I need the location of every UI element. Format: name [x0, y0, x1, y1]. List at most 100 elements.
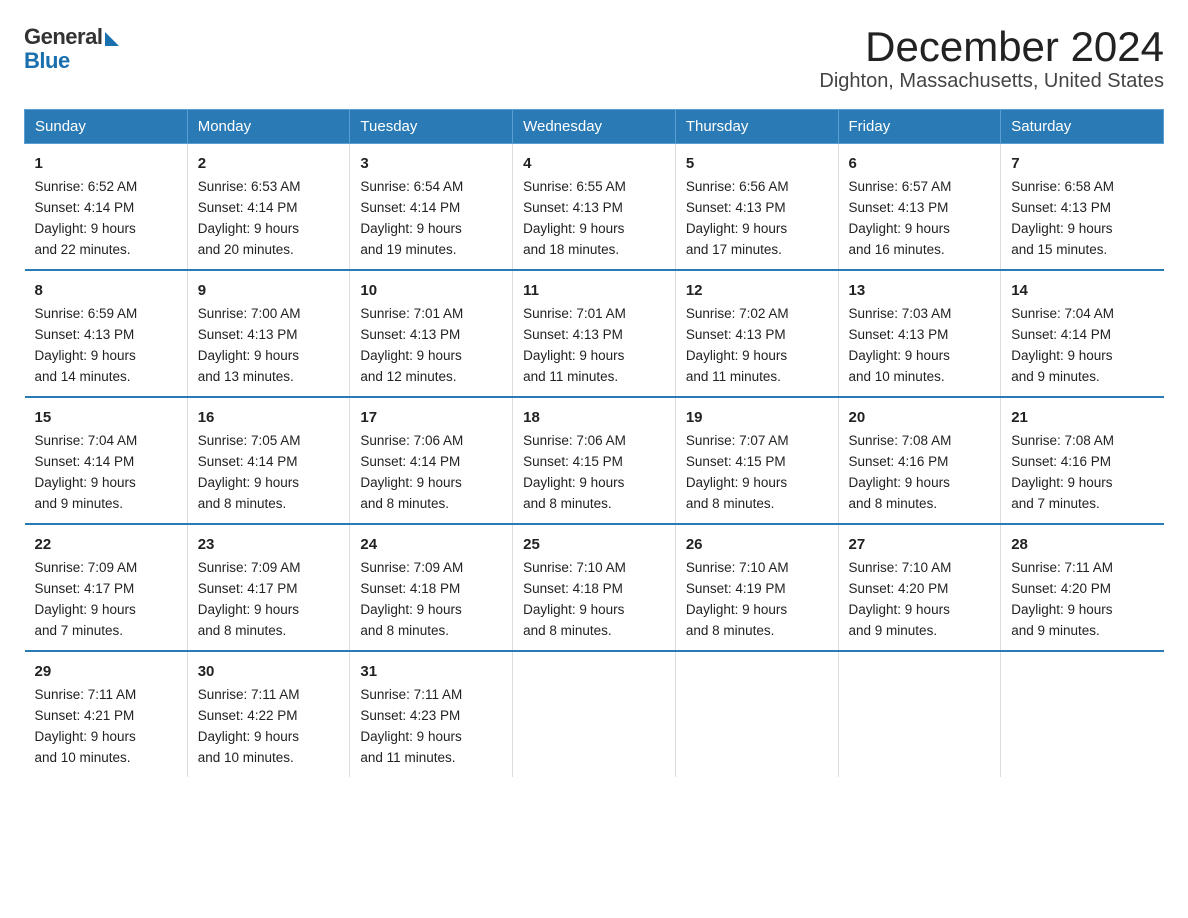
sunset-label: Sunset: 4:14 PM — [198, 200, 298, 215]
sunrise-label: Sunrise: 6:54 AM — [360, 179, 463, 194]
calendar-cell: 10 Sunrise: 7:01 AM Sunset: 4:13 PM Dayl… — [350, 270, 513, 397]
day-number: 8 — [35, 279, 177, 302]
sunrise-label: Sunrise: 7:10 AM — [523, 560, 626, 575]
sunset-label: Sunset: 4:13 PM — [523, 327, 623, 342]
day-number: 30 — [198, 660, 340, 683]
day-number: 13 — [849, 279, 991, 302]
day-number: 1 — [35, 152, 177, 175]
sunset-label: Sunset: 4:21 PM — [35, 708, 135, 723]
daylight-label: Daylight: 9 hours — [360, 221, 461, 236]
sunrise-label: Sunrise: 7:04 AM — [1011, 306, 1114, 321]
sunrise-label: Sunrise: 7:11 AM — [1011, 560, 1113, 575]
day-number: 22 — [35, 533, 177, 556]
page-title: December 2024 — [819, 24, 1164, 70]
calendar-week-row: 1 Sunrise: 6:52 AM Sunset: 4:14 PM Dayli… — [25, 144, 1164, 270]
sunset-label: Sunset: 4:15 PM — [523, 454, 623, 469]
daylight-label: Daylight: 9 hours — [686, 221, 787, 236]
daylight-label: Daylight: 9 hours — [1011, 602, 1112, 617]
calendar-cell: 8 Sunrise: 6:59 AM Sunset: 4:13 PM Dayli… — [25, 270, 188, 397]
day-number: 7 — [1011, 152, 1153, 175]
daylight-minutes: and 8 minutes. — [360, 496, 449, 511]
sunrise-label: Sunrise: 6:53 AM — [198, 179, 301, 194]
sunrise-label: Sunrise: 7:06 AM — [523, 433, 626, 448]
sunset-label: Sunset: 4:13 PM — [523, 200, 623, 215]
daylight-minutes: and 20 minutes. — [198, 242, 294, 257]
day-number: 19 — [686, 406, 828, 429]
daylight-minutes: and 8 minutes. — [523, 623, 612, 638]
daylight-label: Daylight: 9 hours — [523, 348, 624, 363]
day-number: 5 — [686, 152, 828, 175]
logo: General Blue — [24, 24, 119, 74]
sunset-label: Sunset: 4:23 PM — [360, 708, 460, 723]
day-number: 11 — [523, 279, 665, 302]
daylight-minutes: and 9 minutes. — [35, 496, 124, 511]
calendar-cell: 23 Sunrise: 7:09 AM Sunset: 4:17 PM Dayl… — [187, 524, 350, 651]
sunset-label: Sunset: 4:13 PM — [686, 327, 786, 342]
day-number: 20 — [849, 406, 991, 429]
weekday-header-row: SundayMondayTuesdayWednesdayThursdayFrid… — [25, 110, 1164, 144]
daylight-minutes: and 22 minutes. — [35, 242, 131, 257]
sunset-label: Sunset: 4:14 PM — [1011, 327, 1111, 342]
sunrise-label: Sunrise: 7:10 AM — [686, 560, 789, 575]
weekday-header-monday: Monday — [187, 110, 350, 144]
sunrise-label: Sunrise: 6:56 AM — [686, 179, 789, 194]
sunrise-label: Sunrise: 7:04 AM — [35, 433, 138, 448]
sunset-label: Sunset: 4:14 PM — [360, 200, 460, 215]
daylight-label: Daylight: 9 hours — [1011, 348, 1112, 363]
daylight-label: Daylight: 9 hours — [523, 602, 624, 617]
daylight-label: Daylight: 9 hours — [198, 729, 299, 744]
daylight-minutes: and 14 minutes. — [35, 369, 131, 384]
daylight-minutes: and 18 minutes. — [523, 242, 619, 257]
day-number: 17 — [360, 406, 502, 429]
sunset-label: Sunset: 4:13 PM — [35, 327, 135, 342]
calendar-week-row: 22 Sunrise: 7:09 AM Sunset: 4:17 PM Dayl… — [25, 524, 1164, 651]
calendar-cell: 26 Sunrise: 7:10 AM Sunset: 4:19 PM Dayl… — [675, 524, 838, 651]
sunrise-label: Sunrise: 6:59 AM — [35, 306, 138, 321]
daylight-minutes: and 8 minutes. — [523, 496, 612, 511]
weekday-header-friday: Friday — [838, 110, 1001, 144]
sunrise-label: Sunrise: 7:03 AM — [849, 306, 952, 321]
calendar-cell: 11 Sunrise: 7:01 AM Sunset: 4:13 PM Dayl… — [513, 270, 676, 397]
sunrise-label: Sunrise: 7:08 AM — [1011, 433, 1114, 448]
calendar-cell: 7 Sunrise: 6:58 AM Sunset: 4:13 PM Dayli… — [1001, 144, 1164, 270]
sunrise-label: Sunrise: 7:09 AM — [198, 560, 301, 575]
sunset-label: Sunset: 4:14 PM — [35, 454, 135, 469]
calendar-cell: 13 Sunrise: 7:03 AM Sunset: 4:13 PM Dayl… — [838, 270, 1001, 397]
calendar-cell — [1001, 651, 1164, 777]
day-number: 18 — [523, 406, 665, 429]
calendar-cell: 16 Sunrise: 7:05 AM Sunset: 4:14 PM Dayl… — [187, 397, 350, 524]
day-number: 6 — [849, 152, 991, 175]
sunset-label: Sunset: 4:16 PM — [849, 454, 949, 469]
daylight-label: Daylight: 9 hours — [686, 348, 787, 363]
logo-general-text: General — [24, 24, 102, 50]
sunset-label: Sunset: 4:18 PM — [360, 581, 460, 596]
sunset-label: Sunset: 4:13 PM — [686, 200, 786, 215]
title-block: December 2024 Dighton, Massachusetts, Un… — [819, 24, 1164, 93]
daylight-label: Daylight: 9 hours — [849, 221, 950, 236]
day-number: 10 — [360, 279, 502, 302]
calendar-cell: 30 Sunrise: 7:11 AM Sunset: 4:22 PM Dayl… — [187, 651, 350, 777]
sunset-label: Sunset: 4:14 PM — [360, 454, 460, 469]
sunrise-label: Sunrise: 7:00 AM — [198, 306, 301, 321]
daylight-label: Daylight: 9 hours — [360, 602, 461, 617]
sunset-label: Sunset: 4:20 PM — [1011, 581, 1111, 596]
daylight-minutes: and 8 minutes. — [198, 623, 287, 638]
sunrise-label: Sunrise: 7:08 AM — [849, 433, 952, 448]
daylight-label: Daylight: 9 hours — [849, 348, 950, 363]
daylight-label: Daylight: 9 hours — [849, 475, 950, 490]
calendar-cell: 22 Sunrise: 7:09 AM Sunset: 4:17 PM Dayl… — [25, 524, 188, 651]
calendar-cell: 29 Sunrise: 7:11 AM Sunset: 4:21 PM Dayl… — [25, 651, 188, 777]
daylight-label: Daylight: 9 hours — [198, 348, 299, 363]
daylight-minutes: and 15 minutes. — [1011, 242, 1107, 257]
calendar-week-row: 15 Sunrise: 7:04 AM Sunset: 4:14 PM Dayl… — [25, 397, 1164, 524]
calendar-cell: 5 Sunrise: 6:56 AM Sunset: 4:13 PM Dayli… — [675, 144, 838, 270]
day-number: 12 — [686, 279, 828, 302]
day-number: 29 — [35, 660, 177, 683]
sunrise-label: Sunrise: 7:11 AM — [360, 687, 462, 702]
sunrise-label: Sunrise: 7:01 AM — [360, 306, 463, 321]
sunset-label: Sunset: 4:15 PM — [686, 454, 786, 469]
calendar-cell: 12 Sunrise: 7:02 AM Sunset: 4:13 PM Dayl… — [675, 270, 838, 397]
logo-blue-text: Blue — [24, 48, 119, 74]
sunrise-label: Sunrise: 7:01 AM — [523, 306, 626, 321]
day-number: 26 — [686, 533, 828, 556]
